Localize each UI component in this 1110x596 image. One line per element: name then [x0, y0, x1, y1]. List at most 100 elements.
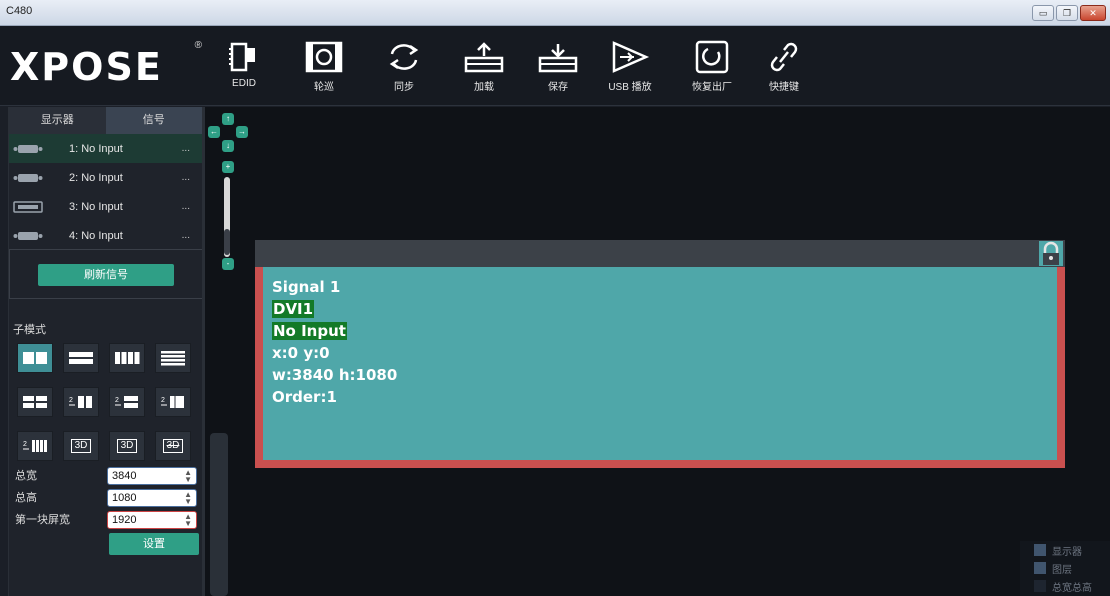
- legend-label: 图层: [1052, 564, 1072, 576]
- toolbar-factory-reset-button[interactable]: 恢复出厂: [680, 40, 744, 100]
- nav-left-button[interactable]: ←: [208, 126, 220, 138]
- mode-4-columns-button[interactable]: [109, 343, 145, 373]
- nav-right-button[interactable]: →: [236, 126, 248, 138]
- layer-info: Signal 1 DVI1 No Input x:0 y:0 w:3840 h:…: [272, 276, 397, 408]
- svg-text:2: 2: [161, 397, 165, 404]
- split-rows-icon: 2: [115, 396, 138, 408]
- dvi-port-icon: [11, 144, 45, 154]
- toolbar-usb-play-button[interactable]: USB 播放: [598, 40, 662, 100]
- signal-item-2[interactable]: 2: No Input ...: [9, 163, 202, 192]
- factory-reset-icon: [695, 40, 729, 74]
- svg-text:2: 2: [115, 397, 119, 404]
- toolbar-load-button[interactable]: 加载: [452, 40, 516, 100]
- set-button[interactable]: 设置: [109, 533, 199, 555]
- save-icon: [538, 44, 578, 73]
- mode-2-then-block-button[interactable]: 2: [155, 387, 191, 417]
- app-header: XPOSE ® EDID 轮巡 同步 加载 保存 USB 播放 恢复出厂 快捷键: [0, 26, 1110, 106]
- first-screen-width-field[interactable]: 1920 ▲ ▼: [107, 511, 197, 529]
- signal-item-3[interactable]: 3: No Input ...: [9, 192, 202, 221]
- 3d-icon: 3D: [116, 439, 138, 453]
- 3d-icon: 3D: [70, 439, 92, 453]
- signal-item-1[interactable]: 1: No Input ...: [9, 134, 202, 163]
- layer-order: Order:1: [272, 388, 337, 406]
- load-icon: [464, 42, 504, 73]
- toolbar-polling-button[interactable]: 轮巡: [292, 40, 356, 100]
- signal-item-4[interactable]: 4: No Input ...: [9, 221, 202, 250]
- signal-more-button[interactable]: ...: [182, 172, 190, 183]
- two-columns-icon: [23, 352, 47, 364]
- spinner-icon[interactable]: ▲ ▼: [184, 513, 192, 528]
- signal-list: 1: No Input ... 2: No Input ... 3: No In…: [9, 134, 202, 250]
- split-columns-icon: 2: [69, 396, 92, 408]
- tab-display[interactable]: 显示器: [9, 107, 106, 134]
- spinner-icon[interactable]: ▲ ▼: [184, 491, 192, 506]
- legend-label: 总宽总高: [1052, 582, 1092, 594]
- xpose-logo: XPOSE ®: [10, 36, 202, 98]
- signal-more-button[interactable]: ...: [182, 230, 190, 241]
- logo-text: XPOSE: [10, 45, 163, 89]
- total-width-value: 3840: [112, 470, 137, 482]
- nav-up-button[interactable]: ↑: [222, 113, 234, 125]
- toolbar-shortcut-button[interactable]: 快捷键: [752, 40, 816, 100]
- mode-3d-button-2[interactable]: 3D: [109, 431, 145, 461]
- zoom-in-button[interactable]: +: [222, 161, 234, 173]
- signal-label: 3: No Input: [69, 200, 123, 213]
- nav-down-button[interactable]: ↓: [222, 140, 234, 152]
- first-screen-width-value: 1920: [112, 514, 137, 526]
- total-height-value: 1080: [112, 492, 137, 504]
- zoom-out-button[interactable]: -: [222, 258, 234, 270]
- refresh-signal-button[interactable]: 刷新信号: [38, 264, 174, 286]
- signal-more-button[interactable]: ...: [182, 201, 190, 212]
- submode-label: 子模式: [13, 324, 46, 336]
- mode-4-rows-button[interactable]: [155, 343, 191, 373]
- edid-icon: [229, 42, 255, 72]
- layer-title-bar[interactable]: [255, 240, 1065, 267]
- legend-item-layer[interactable]: 图层: [1020, 559, 1110, 577]
- signal-label: 1: No Input: [69, 142, 123, 155]
- refresh-section: 刷新信号: [9, 249, 203, 299]
- polling-icon: [305, 41, 343, 73]
- signal-more-button[interactable]: ...: [182, 143, 190, 154]
- total-width-label: 总宽: [15, 470, 37, 482]
- minimize-button[interactable]: ▭: [1032, 5, 1054, 21]
- sync-icon: [389, 44, 419, 70]
- toolbar-label: 轮巡: [314, 82, 334, 93]
- window-title: C480: [6, 5, 33, 17]
- toolbar-edid-button[interactable]: EDID: [212, 40, 276, 100]
- layer-content[interactable]: Signal 1 DVI1 No Input x:0 y:0 w:3840 h:…: [263, 267, 1057, 460]
- svg-text:2: 2: [69, 397, 73, 404]
- mode-3d-button-1[interactable]: 3D: [63, 431, 99, 461]
- signal-label: 4: No Input: [69, 229, 123, 242]
- legend-label: 显示器: [1052, 546, 1082, 558]
- toolbar-save-button[interactable]: 保存: [526, 40, 590, 100]
- zoom-slider-handle[interactable]: [224, 229, 230, 255]
- total-height-field[interactable]: 1080 ▲ ▼: [107, 489, 197, 507]
- mode-2-then-rows-button[interactable]: 2: [109, 387, 145, 417]
- mode-2-rows-button[interactable]: [63, 343, 99, 373]
- vertical-scrollbar[interactable]: [210, 433, 228, 596]
- mode-2-then-columns-button[interactable]: 2: [63, 387, 99, 417]
- legend-swatch: [1034, 580, 1046, 592]
- spinner-icon[interactable]: ▲ ▼: [184, 469, 192, 484]
- toolbar-label: 加载: [474, 82, 494, 93]
- window-controls: ▭ ❐ ✕: [1032, 5, 1106, 21]
- layer-window[interactable]: Signal 1 DVI1 No Input x:0 y:0 w:3840 h:…: [255, 240, 1065, 468]
- mode-3d-off-button[interactable]: 3D: [155, 431, 191, 461]
- mode-2-columns-button[interactable]: [17, 343, 53, 373]
- mode-2x2-grid-button[interactable]: [17, 387, 53, 417]
- layout-canvas[interactable]: ↑ ← → ↓ + - Signal 1 DVI1 No Input x:0 y…: [205, 107, 1110, 596]
- toolbar-label: 保存: [548, 82, 568, 93]
- total-width-field[interactable]: 3840 ▲ ▼: [107, 467, 197, 485]
- logo-registered-mark: ®: [194, 40, 202, 51]
- lock-icon[interactable]: [1039, 241, 1063, 266]
- legend-item-display[interactable]: 显示器: [1020, 541, 1110, 559]
- legend-item-total[interactable]: 总宽总高: [1020, 577, 1110, 595]
- dvi-port-icon: [11, 231, 45, 241]
- toolbar-sync-button[interactable]: 同步: [372, 40, 436, 100]
- restore-button[interactable]: ❐: [1056, 5, 1078, 21]
- legend-swatch: [1034, 544, 1046, 556]
- mode-2-then-quad-button[interactable]: 2: [17, 431, 53, 461]
- close-button[interactable]: ✕: [1080, 5, 1106, 21]
- toolbar-label: 恢复出厂: [692, 82, 732, 93]
- tab-signal[interactable]: 信号: [105, 107, 202, 134]
